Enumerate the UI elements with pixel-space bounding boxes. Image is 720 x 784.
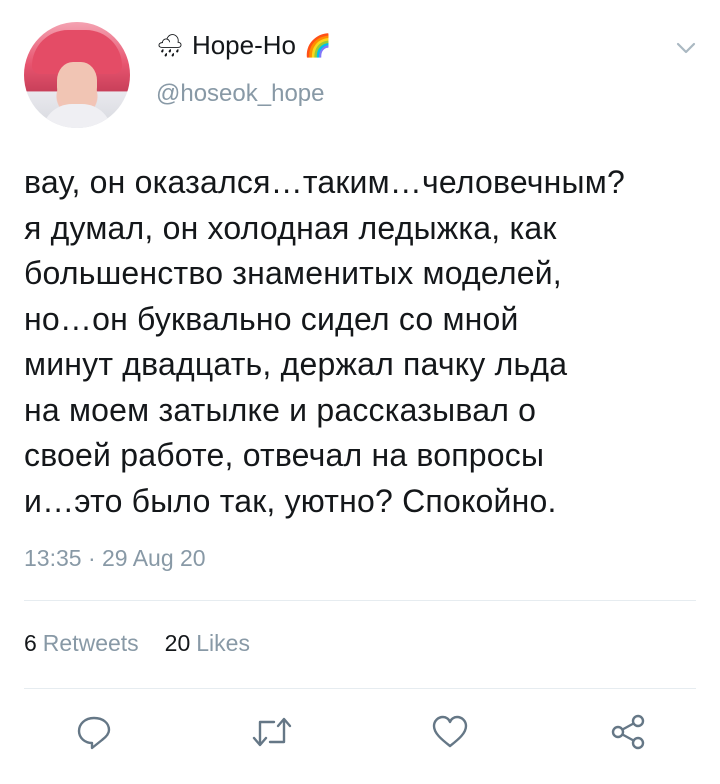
likes-count: 20 [164, 630, 191, 656]
retweets-count: 6 [24, 630, 37, 656]
heart-icon[interactable] [428, 710, 472, 754]
avatar[interactable] [24, 22, 130, 128]
share-icon[interactable] [606, 710, 650, 754]
likes-stat[interactable]: 20 Likes [165, 630, 250, 657]
likes-label: Likes [196, 630, 250, 656]
action-bar [0, 710, 720, 770]
chevron-down-icon[interactable] [674, 36, 698, 60]
divider-top [24, 600, 696, 601]
tweet-text: вау, он оказался…таким…человечным? я дум… [24, 164, 625, 519]
tweet-stats: 6 Retweets 20 Likes [24, 630, 250, 657]
author-name[interactable]: Hope-Ho [192, 30, 296, 61]
avatar-shirt [42, 104, 112, 128]
author-handle[interactable]: @hoseok_hope [156, 80, 325, 108]
rain-cloud-emoji: 🌧 [156, 32, 184, 58]
retweets-stat[interactable]: 6 Retweets [24, 630, 139, 657]
tweet-timestamp[interactable]: 13:35 · 29 Aug 20 [24, 545, 206, 572]
rainbow-emoji: 🌈 [304, 32, 332, 58]
author-name-row[interactable]: 🌧 Hope-Ho 🌈 [156, 30, 331, 61]
divider-bottom [24, 688, 696, 689]
retweet-icon[interactable] [250, 710, 294, 754]
retweets-label: Retweets [42, 630, 139, 656]
reply-icon[interactable] [72, 710, 116, 754]
avatar-face [57, 62, 97, 108]
